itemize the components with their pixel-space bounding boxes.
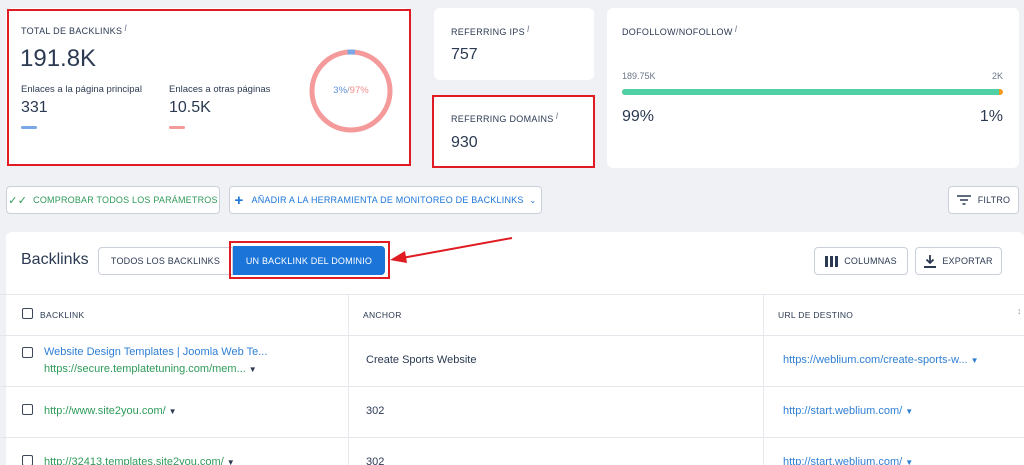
total-backlinks-label: TOTAL DE BACKLINKS i [21, 23, 128, 36]
caret-down-icon[interactable]: ▼ [249, 365, 257, 374]
donut-red-percent: 97% [349, 85, 369, 96]
filter-icon [956, 195, 971, 205]
backlink-url-link[interactable]: https://secure.templatetuning.com/mem...… [44, 363, 257, 375]
row-checkbox[interactable] [22, 404, 33, 415]
caret-down-icon[interactable]: ▼ [905, 407, 913, 416]
column-divider [763, 294, 764, 465]
anchor-text: Create Sports Website [366, 354, 477, 366]
column-divider [348, 294, 349, 465]
dofollow-percent: 99% [622, 108, 655, 125]
plus-icon: + [234, 191, 244, 209]
download-icon [924, 254, 937, 268]
nofollow-percent: 1% [979, 108, 1003, 125]
add-to-monitoring-button[interactable]: + AÑADIR A LA HERRAMIENTA DE MONITOREO D… [229, 186, 542, 214]
dofollow-count: 189.75K [622, 71, 656, 81]
select-all-checkbox[interactable] [22, 308, 33, 319]
backlink-url-text: http://www.site2you.com/ [44, 405, 166, 417]
row-checkbox[interactable] [22, 455, 33, 465]
anchor-text: 302 [366, 456, 385, 465]
destination-url-text: http://start.weblium.com/ [783, 456, 903, 465]
destination-url-link[interactable]: https://weblium.com/create-sports-w... ▼ [783, 354, 979, 366]
main-page-links-value: 331 [21, 99, 48, 116]
total-backlinks-value: 191.8K [20, 45, 97, 72]
dofollow-bar-fill [622, 89, 1000, 95]
row-divider [0, 386, 1024, 387]
column-header-anchor[interactable]: ANCHOR [363, 310, 402, 320]
columns-label: COLUMNAS [844, 256, 897, 266]
add-to-monitoring-label: AÑADIR A LA HERRAMIENTA DE MONITOREO DE … [251, 195, 524, 205]
referring-ips-value: 757 [451, 46, 478, 63]
row-divider [0, 437, 1024, 438]
caret-down-icon[interactable]: ▼ [971, 356, 979, 365]
other-pages-links-label: Enlaces a otras páginas [169, 84, 271, 95]
filter-button[interactable]: FILTRO [948, 186, 1019, 214]
other-pages-links-value: 10.5K [169, 99, 211, 116]
referring-domains-label: REFERRING DOMAINS i [451, 111, 559, 124]
destination-url-text: https://weblium.com/create-sports-w... [783, 354, 968, 366]
column-header-backlink[interactable]: BACKLINK [40, 310, 84, 320]
chevron-down-icon: ⌄ [529, 195, 537, 205]
columns-icon [825, 255, 839, 267]
referring-domains-highlight [432, 95, 595, 168]
destination-url-link[interactable]: http://start.weblium.com/▼ [783, 405, 913, 417]
column-header-destination[interactable]: URL DE DESTINO [778, 310, 853, 320]
info-icon[interactable]: i [124, 23, 127, 33]
destination-url-link[interactable]: http://start.weblium.com/▼ [783, 456, 913, 465]
annotation-arrow-icon [390, 237, 513, 263]
backlink-url-text: https://secure.templatetuning.com/mem... [44, 363, 246, 375]
backlink-url-link[interactable]: http://www.site2you.com/▼ [44, 405, 177, 417]
main-page-links-label: Enlaces a la página principal [21, 84, 142, 95]
export-button[interactable]: EXPORTAR [915, 247, 1002, 275]
destination-url-text: http://start.weblium.com/ [783, 405, 903, 417]
caret-down-icon[interactable]: ▼ [905, 458, 913, 465]
donut-blue-percent: 3% [333, 85, 348, 96]
check-all-parameters-button[interactable]: ✓✓ COMPROBAR TODOS LOS PARÁMETROS [6, 186, 220, 214]
tab-all-label: TODOS LOS BACKLINKS [110, 256, 221, 266]
main-page-legend-swatch [21, 126, 37, 129]
columns-button[interactable]: COLUMNAS [814, 247, 908, 275]
header-divider [0, 335, 1024, 336]
info-icon[interactable]: i [527, 24, 530, 34]
column-sort-icon[interactable]: ↕ [1017, 306, 1022, 316]
backlink-url-link[interactable]: http://32413.templates.site2you.com/▼ [44, 456, 235, 465]
anchor-text: 302 [366, 405, 385, 417]
table-top-divider [0, 294, 1024, 295]
caret-down-icon[interactable]: ▼ [169, 407, 177, 416]
backlink-url-text: http://32413.templates.site2you.com/ [44, 456, 224, 465]
double-check-icon: ✓✓ [8, 194, 28, 207]
section-title: Backlinks [21, 251, 89, 268]
other-pages-legend-swatch [169, 126, 185, 129]
referring-ips-card [434, 8, 594, 80]
check-all-label: COMPROBAR TODOS LOS PARÁMETROS [33, 195, 218, 205]
tab-all-backlinks[interactable]: TODOS LOS BACKLINKS [98, 247, 233, 275]
dofollow-label: DOFOLLOW/NOFOLLOW i [622, 24, 738, 37]
referring-domains-value: 930 [451, 134, 478, 151]
tab-highlight [229, 241, 390, 279]
backlink-title-link[interactable]: Website Design Templates | Joomla Web Te… [44, 346, 267, 358]
row-checkbox[interactable] [22, 347, 33, 358]
caret-down-icon[interactable]: ▼ [227, 458, 235, 465]
export-label: EXPORTAR [942, 256, 993, 266]
nofollow-count: 2K [991, 71, 1003, 81]
dofollow-bar [622, 89, 1003, 95]
filter-label: FILTRO [977, 195, 1011, 205]
donut-center-text: 3%/97% [308, 85, 394, 96]
referring-ips-label: REFERRING IPS i [451, 24, 530, 37]
